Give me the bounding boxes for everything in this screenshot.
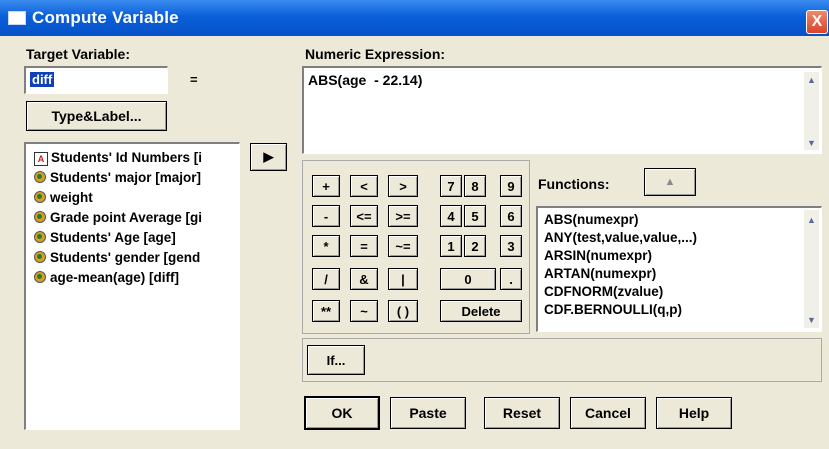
scroll-up-icon[interactable]: ▲	[804, 212, 819, 227]
list-item[interactable]: Students' gender [gend	[34, 250, 200, 265]
numeric-variable-icon	[34, 171, 46, 183]
digit-3-button[interactable]: 3	[500, 235, 522, 257]
list-item[interactable]: ABS(numexpr)	[544, 212, 639, 227]
minus-button[interactable]: -	[312, 205, 340, 227]
up-arrow-icon: ▲	[664, 176, 676, 188]
target-variable-label: Target Variable:	[26, 46, 131, 62]
compute-variable-dialog: Compute Variable X Target Variable: diff…	[0, 0, 829, 449]
not-equal-button[interactable]: ~=	[388, 235, 418, 257]
expression-text: ABS(age - 22.14)	[308, 72, 423, 88]
title-bar: Compute Variable X	[0, 0, 829, 36]
not-button[interactable]: ~	[350, 300, 378, 322]
ok-button[interactable]: OK	[304, 396, 380, 430]
numeric-variable-icon	[34, 271, 46, 283]
list-item[interactable]: ARTAN(numexpr)	[544, 266, 656, 281]
digit-5-button[interactable]: 5	[464, 205, 486, 227]
digit-6-button[interactable]: 6	[500, 205, 522, 227]
digit-9-button[interactable]: 9	[500, 175, 522, 197]
numeric-variable-icon	[34, 191, 46, 203]
functions-label: Functions:	[538, 176, 610, 192]
move-to-expression-button[interactable]: ▶	[250, 143, 287, 171]
list-item[interactable]: A Students' Id Numbers [i	[34, 150, 202, 166]
paste-function-button[interactable]: ▲	[644, 168, 696, 196]
scroll-up-icon[interactable]: ▲	[804, 72, 819, 87]
digit-0-button[interactable]: 0	[440, 268, 496, 290]
functions-list[interactable]: ABS(numexpr) ANY(test,value,value,...) A…	[536, 206, 822, 332]
digit-7-button[interactable]: 7	[440, 175, 462, 197]
help-button[interactable]: Help	[656, 397, 732, 429]
greater-equal-button[interactable]: >=	[388, 205, 418, 227]
numeric-expression-input[interactable]: ABS(age - 22.14) ▲ ▼	[302, 66, 822, 154]
target-variable-value: diff	[30, 72, 55, 87]
target-variable-input[interactable]: diff	[24, 66, 168, 94]
window-icon	[8, 11, 26, 25]
numeric-variable-icon	[34, 211, 46, 223]
list-item[interactable]: Grade point Average [gi	[34, 210, 202, 225]
numeric-variable-icon	[34, 231, 46, 243]
power-button[interactable]: **	[312, 300, 340, 322]
digit-2-button[interactable]: 2	[464, 235, 486, 257]
functions-scrollbar[interactable]: ▲ ▼	[804, 210, 819, 328]
list-item[interactable]: weight	[34, 190, 93, 205]
numeric-variable-icon	[34, 251, 46, 263]
decimal-button[interactable]: .	[500, 268, 522, 290]
list-item[interactable]: ANY(test,value,value,...)	[544, 230, 697, 245]
and-button[interactable]: &	[350, 268, 378, 290]
numeric-expression-label: Numeric Expression:	[305, 46, 446, 62]
type-label-button[interactable]: Type&Label...	[26, 101, 167, 131]
close-button[interactable]: X	[806, 10, 828, 34]
scroll-down-icon[interactable]: ▼	[804, 135, 819, 150]
cancel-button[interactable]: Cancel	[570, 397, 646, 429]
less-than-button[interactable]: <	[350, 175, 378, 197]
list-item[interactable]: age-mean(age) [diff]	[34, 270, 179, 285]
scroll-down-icon[interactable]: ▼	[804, 312, 819, 327]
digit-4-button[interactable]: 4	[440, 205, 462, 227]
right-arrow-icon: ▶	[263, 149, 274, 164]
string-variable-icon: A	[34, 152, 48, 166]
multiply-button[interactable]: *	[312, 235, 340, 257]
reset-button[interactable]: Reset	[484, 397, 560, 429]
equals-button[interactable]: =	[350, 235, 378, 257]
if-group	[302, 338, 822, 382]
paste-button[interactable]: Paste	[390, 397, 466, 429]
parentheses-button[interactable]: ( )	[388, 300, 418, 322]
list-item[interactable]: CDF.BERNOULLI(q,p)	[544, 302, 682, 317]
delete-button[interactable]: Delete	[440, 300, 522, 322]
list-item[interactable]: ARSIN(numexpr)	[544, 248, 652, 263]
digit-1-button[interactable]: 1	[440, 235, 462, 257]
less-equal-button[interactable]: <=	[350, 205, 378, 227]
list-item[interactable]: Students' Age [age]	[34, 230, 176, 245]
or-button[interactable]: |	[388, 268, 418, 290]
digit-8-button[interactable]: 8	[464, 175, 486, 197]
expression-scrollbar[interactable]: ▲ ▼	[804, 72, 819, 150]
list-item[interactable]: CDFNORM(zvalue)	[544, 284, 663, 299]
window-title: Compute Variable	[32, 8, 179, 27]
divide-button[interactable]: /	[312, 268, 340, 290]
greater-than-button[interactable]: >	[388, 175, 418, 197]
variable-list[interactable]: A Students' Id Numbers [i Students' major…	[24, 142, 240, 430]
list-item[interactable]: Students' major [major]	[34, 170, 201, 185]
equals-sign: =	[190, 72, 198, 87]
if-button[interactable]: If...	[307, 345, 365, 375]
plus-button[interactable]: +	[312, 175, 340, 197]
